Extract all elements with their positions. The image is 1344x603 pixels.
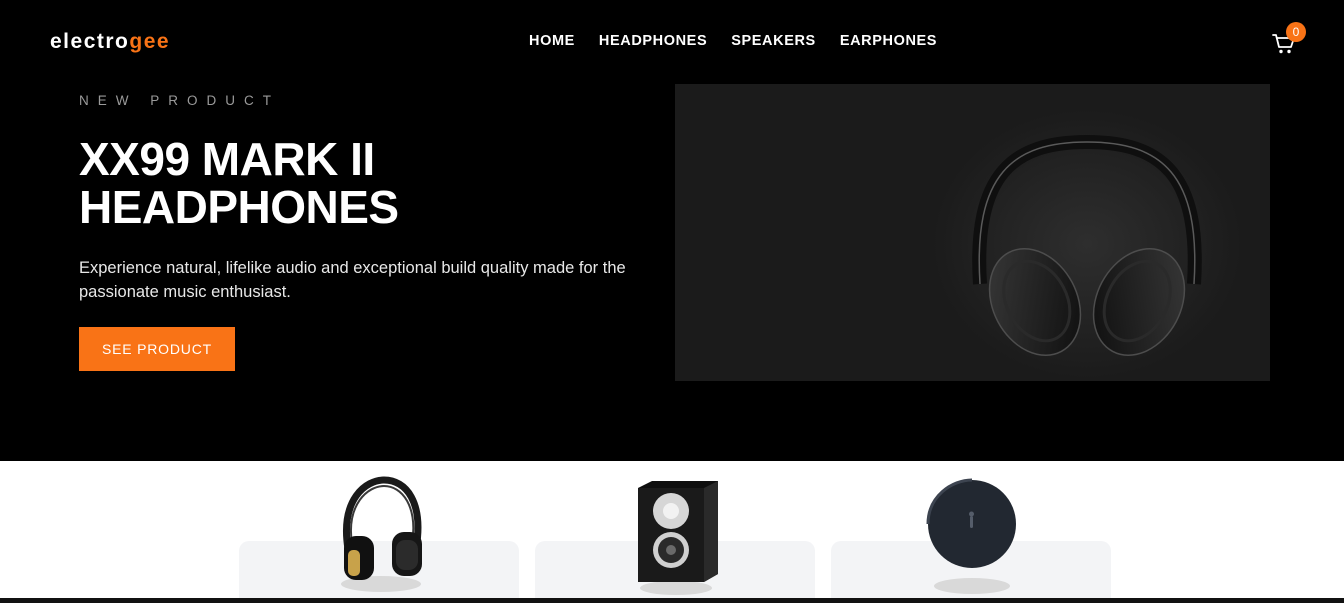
nav-speakers[interactable]: SPEAKERS: [731, 33, 816, 49]
hero-eyebrow: NEW PRODUCT: [79, 93, 280, 108]
hero-section: electrogee HOME HEADPHONES SPEAKERS EARP…: [0, 0, 1344, 461]
headphones-image: [341, 476, 422, 592]
logo-accent: gee: [129, 30, 171, 53]
logo[interactable]: electrogee: [50, 30, 170, 54]
see-product-button[interactable]: SEE PRODUCT: [79, 327, 235, 371]
logo-prefix: electro: [50, 30, 130, 53]
headphones-image: [675, 84, 1270, 381]
speaker-image: [638, 481, 718, 595]
nav-headphones[interactable]: HEADPHONES: [599, 33, 707, 49]
earbuds-case-image: [926, 478, 1016, 594]
hero-description: Experience natural, lifelike audio and e…: [79, 259, 626, 301]
hero-product-image: [675, 84, 1270, 381]
nav-earphones[interactable]: EARPHONES: [840, 33, 937, 49]
page-bottom-edge: [0, 598, 1344, 603]
cart-count-badge: 0: [1286, 22, 1306, 42]
nav-home[interactable]: HOME: [529, 33, 575, 49]
main-nav: HOME HEADPHONES SPEAKERS EARPHONES: [529, 33, 937, 49]
hero-title: XX99 MARK II HEADPHONES: [79, 133, 399, 233]
